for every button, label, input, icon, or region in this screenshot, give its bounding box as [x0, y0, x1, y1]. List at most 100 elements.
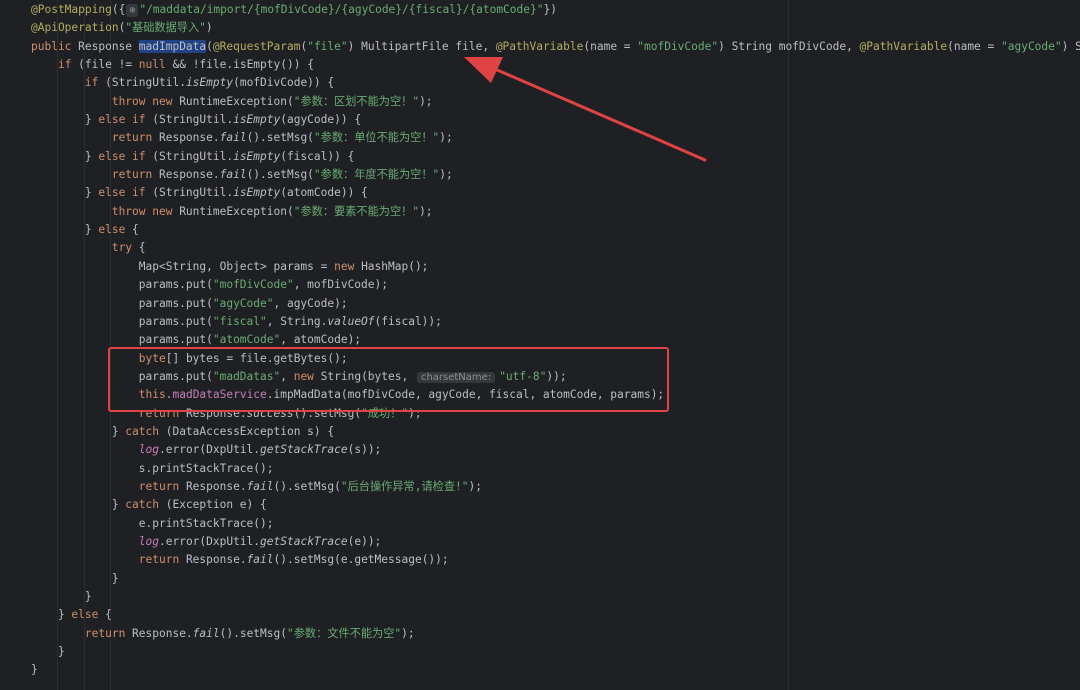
code-line[interactable]: } else { — [0, 606, 1080, 624]
code-token: (agyCode)) { — [280, 113, 362, 127]
code-line[interactable]: try { — [0, 239, 1080, 257]
string-token: "agyCode" — [1001, 39, 1062, 53]
code-token: (StringUtil. — [105, 76, 186, 90]
code-line[interactable]: byte[] bytes = file.getBytes(); — [0, 350, 1080, 368]
code-line[interactable]: } — [0, 661, 1080, 679]
code-lines[interactable]: @PostMapping({⊕ "/maddata/import/{mofDivC… — [0, 1, 1080, 680]
code-line[interactable]: params.put("mofDivCode", mofDivCode); — [0, 276, 1080, 294]
code-token: (DataAccessException s) { — [165, 424, 335, 438]
code-token: , — [280, 369, 294, 383]
keyword-token: new — [293, 369, 321, 383]
keyword-token: catch — [125, 498, 166, 512]
code-token: , mofDivCode); — [293, 278, 388, 292]
code-token: } — [31, 571, 119, 585]
code-line[interactable]: log.error(DxpUtil.getStackTrace(e)); — [0, 533, 1080, 551]
code-line[interactable]: @ApiOperation("基础数据导入") — [0, 19, 1080, 37]
code-token: } — [31, 149, 99, 163]
code-line[interactable]: params.put("fiscal", String.valueOf(fisc… — [0, 313, 1080, 331]
code-line[interactable]: } — [0, 570, 1080, 588]
code-editor[interactable]: @PostMapping({⊕ "/maddata/import/{mofDivC… — [0, 0, 1080, 690]
keyword-token: this — [138, 388, 166, 402]
string-token: "fiscal" — [212, 314, 267, 328]
field-token: log — [138, 534, 159, 548]
code-line[interactable]: log.error(DxpUtil.getStackTrace(s)); — [0, 441, 1080, 459]
keyword-token: null — [138, 58, 173, 72]
code-token: } — [31, 608, 72, 622]
code-line[interactable]: params.put("atomCode", atomCode); — [0, 331, 1080, 349]
string-token: "后台操作异常,请检查!" — [340, 479, 469, 493]
code-token: Response. — [158, 131, 220, 145]
keyword-token: if — [84, 76, 106, 90]
keyword-token: try — [111, 241, 139, 255]
code-line[interactable]: } catch (DataAccessException s) { — [0, 423, 1080, 441]
code-token: } — [31, 645, 65, 659]
string-token: "mofDivCode" — [637, 39, 719, 53]
code-token: Response. — [132, 626, 193, 640]
code-line[interactable]: throw new RuntimeException("参数：要素不能为空！")… — [0, 203, 1080, 221]
code-line[interactable]: } else if (StringUtil.isEmpty(agyCode)) … — [0, 111, 1080, 129]
static-method-token: fail — [246, 553, 274, 567]
code-line[interactable]: } — [0, 643, 1080, 661]
code-token: HashMap(); — [361, 259, 429, 273]
static-method-token: isEmpty — [233, 186, 281, 200]
code-token: } — [31, 424, 126, 438]
code-token: .error(DxpUtil. — [159, 534, 261, 548]
code-line[interactable]: } else if (StringUtil.isEmpty(fiscal)) { — [0, 148, 1080, 166]
string-token: "参数：单位不能为空！" — [313, 131, 440, 145]
keyword-token: new — [334, 259, 362, 273]
keyword-token: return — [111, 131, 159, 145]
keyword-token: else if — [98, 186, 153, 200]
code-line[interactable]: } else if (StringUtil.isEmpty(atomCode))… — [0, 184, 1080, 202]
code-line[interactable]: @PostMapping({⊕ "/maddata/import/{mofDivC… — [0, 1, 1080, 19]
code-line[interactable]: return Response.fail().setMsg(e.getMessa… — [0, 551, 1080, 569]
code-line[interactable]: Map<String, Object> params = new HashMap… — [0, 258, 1080, 276]
code-token: { — [138, 241, 146, 255]
string-token: "utf-8" — [499, 369, 547, 383]
code-token: ().setMsg( — [273, 479, 341, 493]
code-line[interactable]: params.put("agyCode", agyCode); — [0, 295, 1080, 313]
code-line[interactable]: public Response madImpData(@RequestParam… — [0, 38, 1080, 56]
annotation-token: @PathVariable — [859, 39, 948, 53]
code-line[interactable]: e.printStackTrace(); — [0, 515, 1080, 533]
code-token: (e)); — [347, 534, 382, 548]
code-line[interactable]: return Response.fail().setMsg("后台操作异常,请检… — [0, 478, 1080, 496]
code-line[interactable]: return Response.success().setMsg("成功！"); — [0, 405, 1080, 423]
code-line[interactable]: return Response.fail().setMsg("参数：文件不能为空… — [0, 625, 1080, 643]
code-token: (mofDivCode)) { — [233, 76, 335, 90]
code-token: ); — [419, 204, 433, 218]
folded-code-marker[interactable]: ⊕ — [126, 4, 139, 17]
code-line[interactable]: s.printStackTrace(); — [0, 460, 1080, 478]
code-token: } — [31, 663, 38, 677]
annotation-token: @PostMapping — [31, 3, 112, 16]
keyword-token: catch — [125, 424, 166, 438]
code-line[interactable]: return Response.fail().setMsg("参数：单位不能为空… — [0, 129, 1080, 147]
code-line[interactable]: this.madDataService.impMadData(mofDivCod… — [0, 386, 1080, 404]
code-token: , atomCode); — [280, 333, 362, 347]
code-line[interactable]: if (file != null && !file.isEmpty()) { — [0, 56, 1080, 74]
code-line[interactable]: throw new RuntimeException("参数：区划不能为空！")… — [0, 93, 1080, 111]
code-token: ) MultipartFile file, — [347, 39, 496, 53]
static-method-token: getStackTrace — [260, 534, 348, 548]
code-line[interactable]: return Response.fail().setMsg("参数：年度不能为空… — [0, 166, 1080, 184]
code-line[interactable]: } catch (Exception e) { — [0, 496, 1080, 514]
keyword-token: return — [138, 553, 186, 567]
code-line[interactable]: params.put("madDatas", new String(bytes,… — [0, 368, 1080, 386]
string-token: "atomCode" — [212, 333, 281, 347]
code-token: ().setMsg( — [246, 131, 314, 145]
code-token: (atomCode)) { — [280, 186, 368, 200]
annotation-token: @ApiOperation — [31, 21, 119, 35]
code-token: && !file.isEmpty()) { — [172, 58, 314, 72]
code-line[interactable]: if (StringUtil.isEmpty(mofDivCode)) { — [0, 74, 1080, 92]
code-line[interactable]: } else { — [0, 221, 1080, 239]
code-token: ) String mofDivCode, — [718, 39, 860, 53]
code-token: ( — [206, 39, 213, 53]
code-line[interactable]: } — [0, 588, 1080, 606]
